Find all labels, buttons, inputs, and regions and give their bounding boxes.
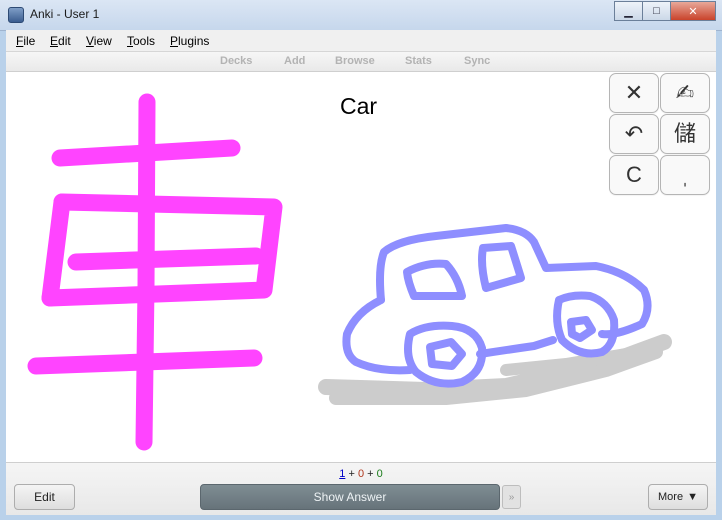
chevron-down-icon: ▼ (687, 491, 698, 503)
card-counts: 1 + 0 + 0 (6, 468, 716, 480)
pen-tool-button[interactable]: ✍ (660, 73, 710, 113)
anki-app-icon[interactable] (8, 7, 24, 23)
kanji-drawing-strokes (27, 93, 283, 451)
more-button[interactable]: More ▼ (648, 484, 708, 510)
menu-bar: File Edit View Tools Plugins (6, 30, 716, 52)
clear-button[interactable]: C (609, 155, 659, 195)
toolbar-browse[interactable]: Browse (335, 55, 375, 67)
minimize-button[interactable]: ▁ (614, 1, 642, 21)
toolbar-add[interactable]: Add (284, 55, 305, 67)
close-window-button[interactable]: ✕ (670, 1, 716, 21)
close-icon: ✕ (624, 80, 644, 105)
undo-button[interactable]: ↶ (609, 114, 659, 154)
menu-file[interactable]: File (16, 34, 35, 48)
menu-view[interactable]: View (86, 34, 112, 48)
title-bar: Anki - User 1 ▁ □ ✕ (0, 0, 722, 31)
undo-icon: ↶ (624, 121, 644, 146)
show-answer-button[interactable]: Show Answer (200, 484, 500, 510)
main-toolbar: Decks Add Browse Stats Sync (6, 52, 716, 72)
kanji-icon: 儲 (673, 121, 696, 146)
toolbar-decks[interactable]: Decks (220, 55, 252, 67)
next-button[interactable]: » (502, 485, 521, 509)
learning-count: 0 (357, 468, 365, 480)
pen-icon: ✍ (675, 80, 695, 105)
comma-icon: ˌ (681, 162, 689, 187)
kanji-button[interactable]: 儲 (660, 114, 710, 154)
new-count[interactable]: 1 (339, 468, 345, 480)
window-controls: ▁ □ ✕ (614, 1, 716, 21)
review-count: 0 (376, 468, 383, 480)
clear-icon: C (626, 162, 642, 187)
maximize-button[interactable]: □ (642, 1, 670, 21)
toolbar-stats[interactable]: Stats (405, 55, 432, 67)
plus-sign-1: + (348, 468, 355, 480)
menu-tools[interactable]: Tools (127, 34, 155, 48)
menu-edit[interactable]: Edit (50, 34, 71, 48)
window-title: Anki - User 1 (30, 7, 100, 21)
plus-sign-2: + (367, 468, 374, 480)
close-drawing-button[interactable]: ✕ (609, 73, 659, 113)
comma-button[interactable]: ˌ (660, 155, 710, 195)
card-view: Car ✕ ✍ ↶ 儲 C ˌ (6, 72, 716, 462)
review-bottom-bar: 1 + 0 + 0 Edit Show Answer » More ▼ (6, 462, 716, 515)
more-label: More (658, 491, 684, 503)
menu-plugins[interactable]: Plugins (170, 34, 209, 48)
edit-button[interactable]: Edit (14, 484, 75, 510)
toolbar-sync[interactable]: Sync (464, 55, 490, 67)
